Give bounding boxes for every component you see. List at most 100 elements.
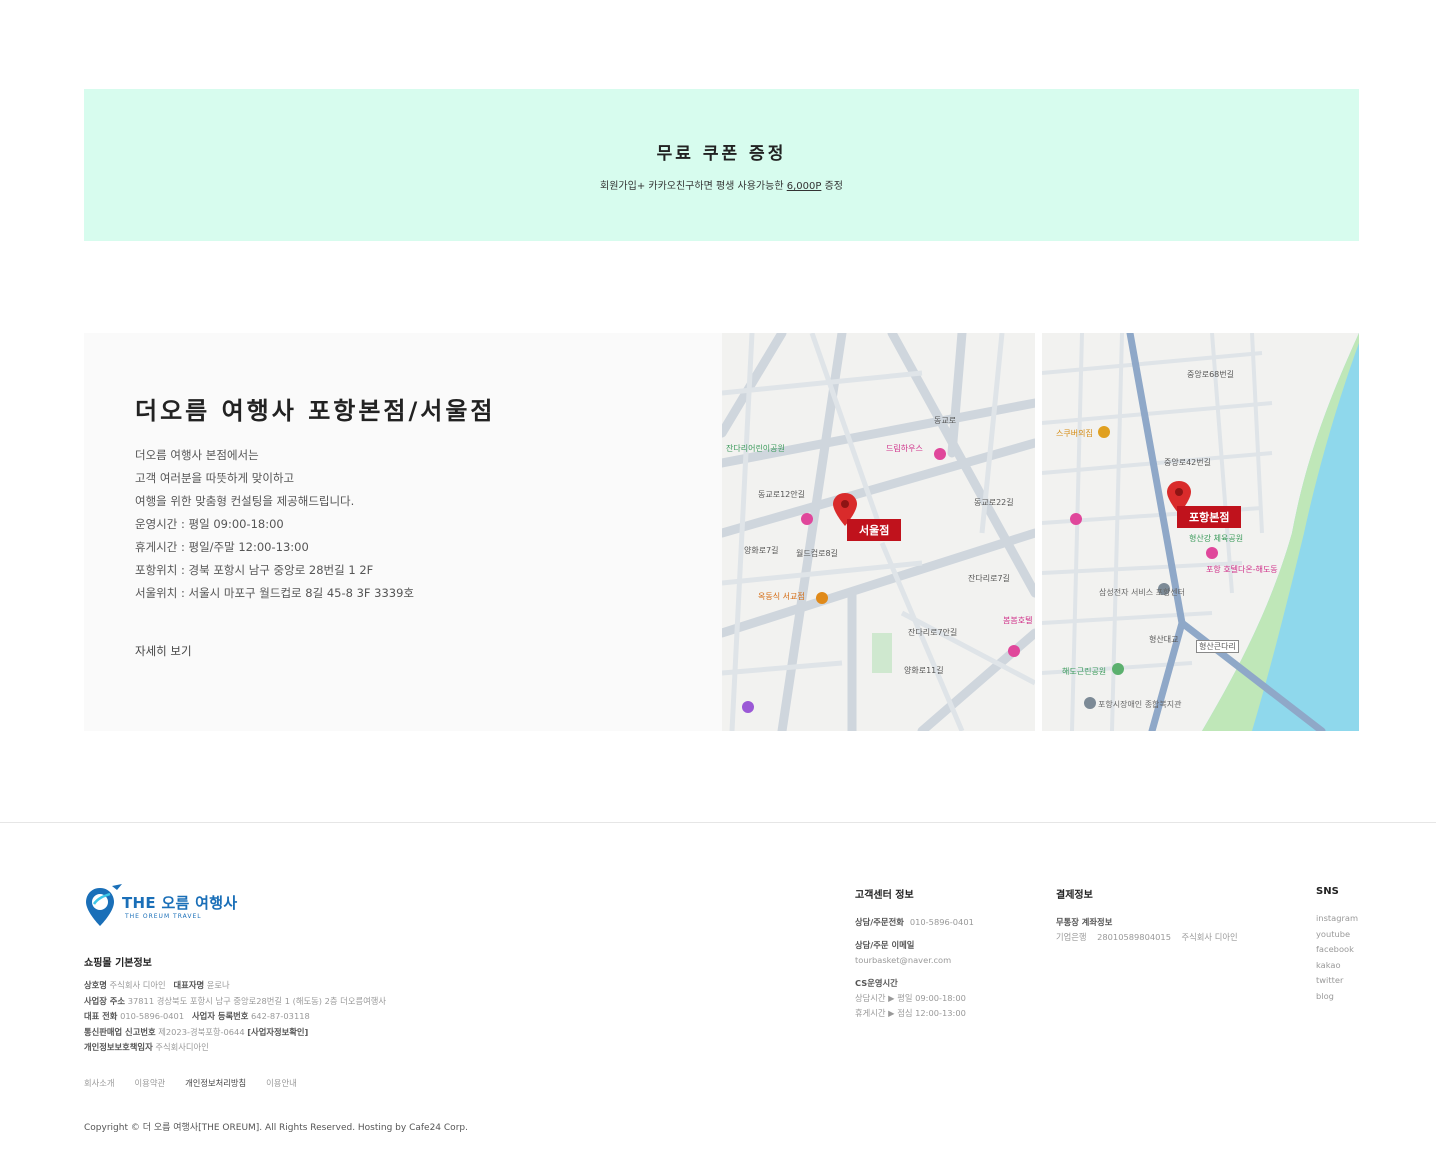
shop-info: 상호명 주식회사 디아인 대표자명 윤로나 사업장 주소 37811 경상북도 … bbox=[84, 978, 386, 1056]
shop-info-value: 주식회사디아인 bbox=[155, 1042, 209, 1052]
map-place-label: 스쿠버의집 bbox=[1056, 429, 1093, 438]
shop-info-line: 개인정보보호책임자 주식회사디아인 bbox=[84, 1040, 386, 1056]
shop-info-key: 통신판매업 신고번호 bbox=[84, 1026, 156, 1037]
cs-email: 상담/주문 이메일 tourbasket@naver.com bbox=[855, 938, 974, 968]
seoul-map[interactable]: 서울점 잔다리어린이공원 드림하우스 동교로12안길 양화로7길 월드컵로8길 … bbox=[722, 333, 1035, 731]
cs-title: 고객센터 정보 bbox=[855, 890, 914, 901]
pay-bank-label: 무통장 계좌정보 bbox=[1056, 917, 1113, 927]
cs-phone: 상담/주문전화 010-5896-0401 bbox=[855, 915, 974, 930]
store-seoul-address: 서울위치 : 서울시 마포구 월드컵로 8길 45-8 3F 3339호 bbox=[135, 586, 415, 600]
coupon-amount: 6,000P bbox=[786, 181, 822, 192]
shop-info-value: 주식회사 디아인 bbox=[109, 980, 166, 990]
store-title: 더오름 여행사 포항본점/서울점 bbox=[135, 397, 496, 425]
customer-center: 고객센터 정보 상담/주문전화 010-5896-0401 상담/주문 이메일 t… bbox=[855, 886, 974, 1029]
store-pohang-address: 포항위치 : 경북 포항시 남구 중앙로 28번길 1 2F bbox=[135, 563, 374, 577]
logo-name: THE 오름 여행사 bbox=[122, 894, 238, 912]
logo-subtitle: THE OREUM TRAVEL bbox=[125, 913, 202, 920]
map-place-label: 드림하우스 bbox=[886, 444, 923, 453]
shop-info-key: 사업자 등록번호 bbox=[192, 1011, 249, 1021]
logo-pin-icon bbox=[86, 884, 122, 926]
payment-info: 결제정보 무통장 계좌정보 기업은행 28010589804015 주식회사 디… bbox=[1056, 886, 1238, 945]
shop-info-value: 642-87-03118 bbox=[251, 1011, 310, 1021]
cs-phone-row: 상담/주문전화 010-5896-0401 bbox=[855, 915, 974, 930]
shop-info-title: 쇼핑몰 기본정보 bbox=[84, 958, 152, 969]
map-place-label: 포항 호텔다온-해도동 bbox=[1206, 565, 1278, 574]
shop-info-key: 대표 전화 bbox=[84, 1011, 118, 1021]
store-more-link[interactable]: 자세히 보기 bbox=[135, 643, 192, 659]
map-place-label: 해도근린공원 bbox=[1062, 667, 1107, 676]
coupon-banner: 무료 쿠폰 증정 회원가입+ 카카오친구하면 평생 사용가능한 6,000P 증… bbox=[84, 89, 1359, 241]
sns-instagram-link[interactable]: instagram bbox=[1316, 911, 1358, 927]
seoul-store-label: 서울점 bbox=[847, 519, 902, 541]
pohang-store-label: 포항본점 bbox=[1177, 506, 1242, 528]
shop-info-key: 사업장 주소 bbox=[84, 995, 126, 1006]
map-place-label: 형산강 체육공원 bbox=[1189, 534, 1244, 543]
sns-links: SNS instagram youtube facebook kakao twi… bbox=[1316, 886, 1358, 1004]
map-road-label: 잔다리로7안길 bbox=[908, 628, 958, 637]
map-place-label: 삼성전자 서비스 포항센터 bbox=[1099, 588, 1186, 597]
footer-link-guide[interactable]: 이용안내 bbox=[266, 1077, 297, 1089]
sns-facebook-link[interactable]: facebook bbox=[1316, 942, 1358, 958]
map-road-label: 형산큰다리 bbox=[1196, 640, 1239, 653]
sns-youtube-link[interactable]: youtube bbox=[1316, 927, 1358, 943]
store-info: 더오름 여행사 포항본점/서울점 더오름 여행사 본점에서는 고객 여러분을 따… bbox=[84, 333, 722, 731]
cs-hours-break: 휴게시간 ▶ 점심 12:00-13:00 bbox=[855, 1008, 966, 1018]
map-place-label: 잔다리어린이공원 bbox=[726, 444, 785, 453]
shop-info-value: 010-5896-0401 bbox=[120, 1011, 185, 1021]
brand-logo[interactable]: THE 오름 여행사 THE OREUM TRAVEL bbox=[84, 884, 244, 928]
shop-info-key: 대표자명 bbox=[173, 980, 205, 990]
shop-info-value: 37811 경상북도 포항시 남구 중앙로28번길 1 (해도동) 2층 더오름… bbox=[127, 995, 386, 1006]
map-road-label: 양화로11길 bbox=[904, 666, 944, 675]
coupon-desc-prefix: 회원가입+ 카카오친구하면 평생 사용가능한 bbox=[600, 181, 784, 192]
store-line: 더오름 여행사 본점에서는 bbox=[135, 448, 259, 462]
store-hours: 운영시간 : 평일 09:00-18:00 bbox=[135, 517, 284, 531]
map-road-label: 양화로7길 bbox=[744, 546, 779, 555]
footer-links: 회사소개 이용약관 개인정보처리방침 이용안내 bbox=[84, 1077, 297, 1089]
map-road-label: 잔다리로7길 bbox=[968, 574, 1010, 583]
coupon-desc-suffix: 증정 bbox=[824, 181, 843, 192]
cs-phone-label: 상담/주문전화 bbox=[855, 917, 904, 927]
map-road-label: 중앙로42번길 bbox=[1164, 458, 1211, 467]
map-place-label: 봄봄호텔 bbox=[1003, 616, 1033, 625]
map-road-label: 형산대교 bbox=[1149, 635, 1179, 644]
sns-twitter-link[interactable]: twitter bbox=[1316, 973, 1358, 989]
map-place-label: 옥동식 서교점 bbox=[758, 592, 805, 601]
footer-link-privacy[interactable]: 개인정보처리방침 bbox=[185, 1077, 246, 1089]
pay-title: 결제정보 bbox=[1056, 890, 1093, 901]
shop-info-value: 제2023-경북포항-0644 bbox=[158, 1026, 245, 1037]
map-road-label: 동교로12안길 bbox=[758, 490, 805, 499]
coupon-description: 회원가입+ 카카오친구하면 평생 사용가능한 6,000P 증정 bbox=[84, 177, 1359, 192]
map-road-label: 동교로 bbox=[934, 416, 957, 425]
business-info-check-link[interactable]: [사업자정보확인] bbox=[247, 1027, 308, 1037]
pay-bank-info: 기업은행 28010589804015 주식회사 디아인 bbox=[1056, 932, 1238, 942]
store-description: 더오름 여행사 본점에서는 고객 여러분을 따뜻하게 맞이하고 여행을 위한 맞… bbox=[135, 444, 414, 605]
shop-info-line: 상호명 주식회사 디아인 대표자명 윤로나 bbox=[84, 978, 386, 994]
map-road-label: 동교로22길 bbox=[974, 498, 1014, 507]
sns-title: SNS bbox=[1316, 886, 1339, 897]
cs-hours-label: CS운영시간 bbox=[855, 978, 898, 988]
shop-info-line: 사업장 주소 37811 경상북도 포항시 남구 중앙로28번길 1 (해도동)… bbox=[84, 994, 386, 1010]
footer-link-company[interactable]: 회사소개 bbox=[84, 1077, 115, 1089]
shop-info-key: 상호명 bbox=[84, 980, 107, 990]
map-road-label: 월드컵로8길 bbox=[796, 549, 838, 558]
map-road-label: 중앙로68번길 bbox=[1187, 370, 1234, 379]
store-break: 휴게시간 : 평일/주말 12:00-13:00 bbox=[135, 540, 309, 554]
copyright: Copyright © 더 오름 여행사[THE OREUM]. All Rig… bbox=[84, 1123, 468, 1133]
coupon-title: 무료 쿠폰 증정 bbox=[656, 144, 787, 164]
cs-hours-consult: 상담시간 ▶ 평일 09:00-18:00 bbox=[855, 993, 966, 1003]
map-place-label: 포항시장애인 종합복지관 bbox=[1098, 700, 1182, 709]
shop-info-line: 통신판매업 신고번호 제2023-경북포항-0644 [사업자정보확인] bbox=[84, 1025, 386, 1041]
cs-email-value[interactable]: tourbasket@naver.com bbox=[855, 953, 974, 968]
cs-phone-value: 010-5896-0401 bbox=[909, 917, 974, 927]
sns-blog-link[interactable]: blog bbox=[1316, 989, 1358, 1005]
cs-hours: CS운영시간 상담시간 ▶ 평일 09:00-18:00 휴게시간 ▶ 점심 1… bbox=[855, 976, 974, 1021]
footer-divider bbox=[0, 822, 1436, 823]
store-line: 여행을 위한 맞춤형 컨설팅을 제공해드립니다. bbox=[135, 494, 355, 508]
shop-info-value: 윤로나 bbox=[206, 980, 230, 990]
footer-link-terms[interactable]: 이용약관 bbox=[135, 1077, 166, 1089]
sns-kakao-link[interactable]: kakao bbox=[1316, 958, 1358, 974]
shop-info-key: 개인정보보호책임자 bbox=[84, 1042, 153, 1052]
cs-email-label: 상담/주문 이메일 bbox=[855, 940, 915, 950]
pohang-map[interactable]: 포항본점 스쿠버의집 중앙로68번길 중앙로42번길 형산강 체육공원 포항 호… bbox=[1042, 333, 1359, 731]
shop-info-line: 대표 전화 010-5896-0401 사업자 등록번호 642-87-0311… bbox=[84, 1009, 386, 1025]
